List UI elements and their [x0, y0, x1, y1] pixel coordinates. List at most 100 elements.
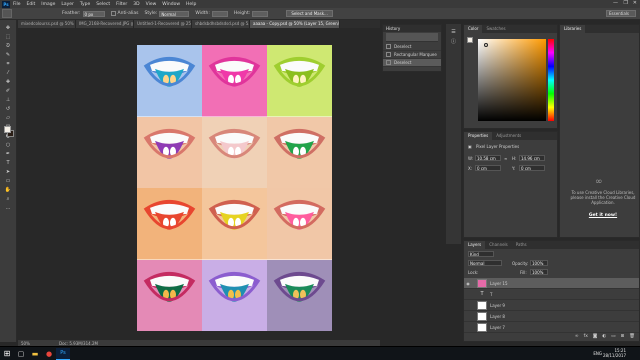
tab-libraries[interactable]: Libraries	[560, 25, 586, 33]
system-clock[interactable]: 15:21 28/11/2017	[603, 348, 626, 358]
history-snapshot[interactable]	[386, 33, 438, 42]
tab-color[interactable]: Color	[464, 25, 483, 33]
doc-tab[interactable]: mixedcolourss.psd @ 50% ...	[18, 20, 76, 28]
select-and-mask-button[interactable]: Select and Mask...	[286, 10, 333, 17]
menu-help[interactable]: Help	[186, 2, 196, 7]
mask-icon[interactable]: ◙	[593, 334, 597, 339]
menu-type[interactable]: Type	[80, 2, 90, 7]
crop-tool-icon[interactable]: ⌗	[3, 60, 13, 68]
history-panel-icon[interactable]: ☰	[449, 28, 459, 36]
antialias-checkbox[interactable]	[110, 11, 116, 16]
history-panel-title[interactable]: History	[383, 25, 441, 32]
trash-icon[interactable]: 🗑	[629, 334, 635, 339]
menu-file[interactable]: File	[13, 2, 21, 7]
tab-properties[interactable]: Properties	[464, 132, 493, 140]
doc-tab-active[interactable]: aaaaa - Copy.psd @ 50% (Layer 15, Green/…	[250, 20, 340, 28]
width-field[interactable]: 10.58 cm	[475, 155, 501, 161]
file-explorer-icon[interactable]: ▬	[28, 348, 42, 360]
opacity-field[interactable]: 100%	[530, 260, 548, 266]
start-button[interactable]: ⊞	[0, 348, 14, 360]
menu-view[interactable]: View	[146, 2, 157, 7]
zoom-level[interactable]: 50%	[21, 341, 39, 346]
hue-slider[interactable]	[548, 39, 554, 121]
tab-paths[interactable]: Paths	[512, 241, 531, 249]
more-tools-icon[interactable]: …	[3, 204, 13, 212]
move-tool-icon[interactable]: ✥	[3, 24, 13, 32]
x-field[interactable]: 0 cm	[475, 165, 501, 171]
pen-tool-icon[interactable]: ✒	[3, 150, 13, 158]
fx-icon[interactable]: fx	[584, 334, 588, 339]
marquee-tool-icon[interactable]: ⬚	[3, 33, 13, 41]
layer-row[interactable]: Layer 7	[464, 322, 639, 333]
tab-channels[interactable]: Channels	[485, 241, 512, 249]
tab-swatches[interactable]: Swatches	[482, 25, 509, 33]
fill-field[interactable]: 100%	[530, 269, 548, 275]
hand-tool-icon[interactable]: ✋	[3, 186, 13, 194]
menu-window[interactable]: Window	[162, 2, 180, 7]
close-button[interactable]: ✕	[633, 0, 637, 6]
layer-row[interactable]: Layer 8	[464, 311, 639, 322]
minimize-button[interactable]: —	[613, 0, 618, 6]
foreground-color-swatch[interactable]	[4, 126, 11, 133]
doc-tab[interactable]: IMG_2168-Recovered.JPG @...	[76, 20, 134, 28]
tab-layers[interactable]: Layers	[464, 241, 486, 249]
menu-edit[interactable]: Edit	[27, 2, 36, 7]
eraser-tool-icon[interactable]: ▱	[3, 114, 13, 122]
doc-tab[interactable]: shbdsbdhsbdsdsd.psd @ 5...	[192, 20, 250, 28]
input-language[interactable]: ENG	[593, 351, 602, 356]
style-select[interactable]: Normal	[159, 10, 190, 17]
height-field[interactable]: 14.96 cm	[519, 155, 545, 161]
tab-adjustments[interactable]: Adjustments	[492, 132, 525, 140]
history-brush-tool-icon[interactable]: ↺	[3, 105, 13, 113]
layer-name: T	[490, 291, 493, 297]
width-input[interactable]	[211, 10, 228, 17]
quick-select-tool-icon[interactable]: ✎	[3, 51, 13, 59]
document-canvas[interactable]	[137, 45, 332, 331]
marquee-tool-preset-icon[interactable]	[2, 9, 12, 18]
layer-row-selected[interactable]: ◉ Layer 15	[464, 278, 639, 289]
chrome-icon[interactable]: ●	[42, 348, 56, 360]
task-view-icon[interactable]: ▢	[14, 348, 28, 360]
link-icon[interactable]: ∞	[504, 156, 507, 161]
info-panel-icon[interactable]: ⓘ	[449, 37, 459, 45]
blend-mode-select[interactable]: Normal	[468, 260, 502, 266]
healing-brush-tool-icon[interactable]: ✚	[3, 78, 13, 86]
dodge-tool-icon[interactable]: ○	[3, 141, 13, 149]
y-field[interactable]: 0 cm	[519, 165, 545, 171]
adjustment-icon[interactable]: ◐	[602, 334, 606, 339]
menu-layer[interactable]: Layer	[61, 2, 74, 7]
mouth-tile-image	[202, 116, 267, 188]
zoom-tool-icon[interactable]: ⌕	[3, 195, 13, 203]
fg-bg-mini-swatch[interactable]	[467, 37, 475, 45]
type-tool-icon[interactable]: T	[3, 159, 13, 167]
lasso-tool-icon[interactable]: ᘐ	[3, 42, 13, 50]
get-it-now-link[interactable]: Get it now!	[568, 213, 638, 218]
clone-stamp-tool-icon[interactable]: ⊥	[3, 96, 13, 104]
menu-3d[interactable]: 3D	[133, 2, 139, 7]
visibility-eye-icon[interactable]: ◉	[464, 281, 472, 286]
menu-image[interactable]: Image	[41, 2, 55, 7]
workspace-select[interactable]: Essentials	[606, 10, 636, 17]
history-item[interactable]: Deselect	[383, 43, 441, 51]
layer-filter-kind[interactable]: Kind	[468, 251, 494, 257]
eyedropper-tool-icon[interactable]: ⁄	[3, 69, 13, 77]
link-icon[interactable]: ∞	[575, 334, 579, 339]
layer-row[interactable]: T T	[464, 289, 639, 300]
photoshop-taskbar-icon[interactable]: Ps	[56, 347, 70, 360]
doc-tab[interactable]: Untitled-1-Recovered @ 25...	[134, 20, 192, 28]
layer-row[interactable]: Layer 9	[464, 300, 639, 311]
height-input[interactable]	[252, 10, 269, 17]
color-picker-cursor[interactable]	[484, 43, 488, 47]
color-picker-field[interactable]	[478, 39, 546, 121]
rectangle-tool-icon[interactable]: ▭	[3, 177, 13, 185]
path-selection-tool-icon[interactable]: ➤	[3, 168, 13, 176]
menu-select[interactable]: Select	[96, 2, 110, 7]
feather-input[interactable]: 0 px	[82, 10, 105, 17]
menu-filter[interactable]: Filter	[116, 2, 127, 7]
folder-icon[interactable]: ▭	[611, 334, 615, 339]
brush-tool-icon[interactable]: ✐	[3, 87, 13, 95]
new-layer-icon[interactable]: ⊞	[621, 334, 625, 339]
history-item[interactable]: Rectangular Marquee	[383, 51, 441, 59]
maximize-button[interactable]: ❐	[624, 0, 628, 6]
history-item-selected[interactable]: Deselect	[383, 59, 441, 67]
